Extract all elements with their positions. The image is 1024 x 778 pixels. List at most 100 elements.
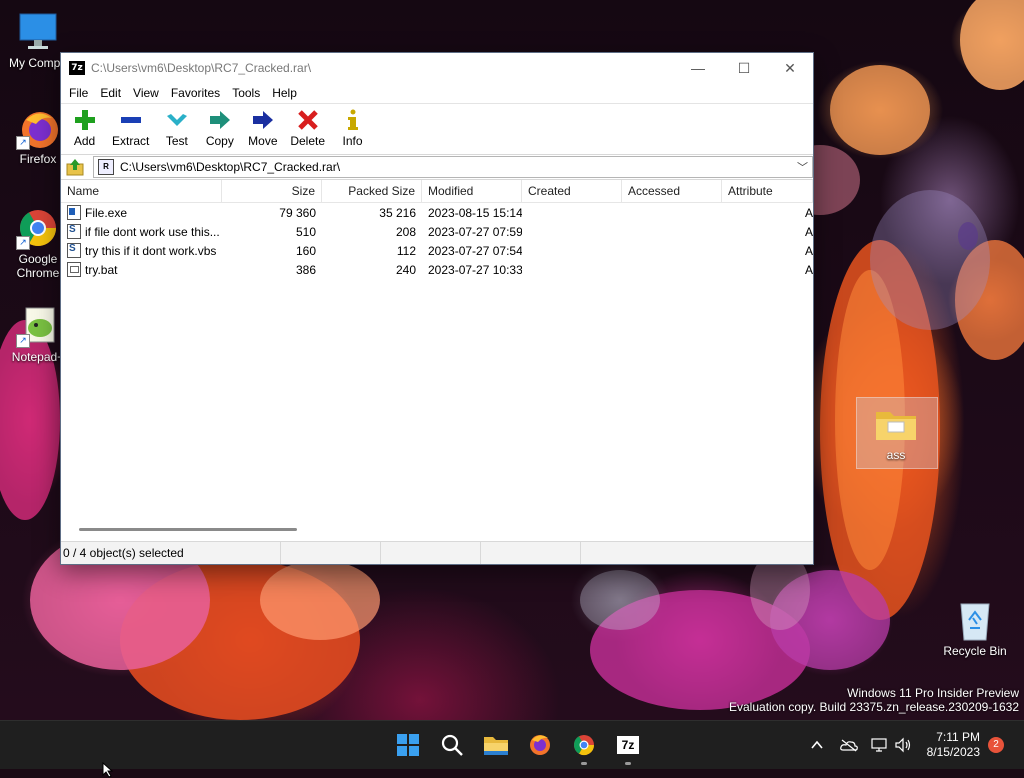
- file-size: 79 360: [279, 205, 316, 220]
- menu-favorites[interactable]: Favorites: [165, 86, 226, 100]
- mouse-cursor-icon: [102, 762, 114, 778]
- file-attributes: A: [804, 205, 813, 220]
- toolbar: Add Extract Test Copy Move Delete Info: [61, 104, 813, 155]
- file-row[interactable]: try this if it dont work.vbs 160 112 202…: [61, 241, 813, 260]
- file-attributes: A: [804, 243, 813, 258]
- x-icon: [296, 108, 320, 132]
- chrome-icon: ↗: [16, 206, 60, 250]
- scrollbar-thumb[interactable]: [79, 528, 297, 531]
- taskbar-search-button[interactable]: [430, 721, 474, 769]
- column-created[interactable]: Created: [522, 180, 622, 202]
- title-bar[interactable]: 7z C:\Users\vm6\Desktop\RC7_Cracked.rar\…: [61, 53, 813, 83]
- shortcut-arrow-icon: ↗: [16, 236, 30, 250]
- close-button[interactable]: ✕: [767, 53, 813, 83]
- menu-edit[interactable]: Edit: [94, 86, 127, 100]
- volume-icon[interactable]: [891, 733, 915, 757]
- horizontal-scrollbar[interactable]: [61, 525, 813, 535]
- menu-help[interactable]: Help: [266, 86, 303, 100]
- recycle-bin-icon: [953, 598, 997, 642]
- add-button[interactable]: Add: [63, 104, 106, 148]
- file-packed-size: 208: [395, 224, 416, 239]
- notepadpp-icon: ↗: [16, 304, 60, 348]
- address-combobox[interactable]: R C:\Users\vm6\Desktop\RC7_Cracked.rar\ …: [93, 156, 813, 178]
- copy-arrow-icon: [208, 108, 232, 132]
- status-bar: 0 / 4 object(s) selected: [61, 541, 813, 564]
- file-name: try.bat: [85, 262, 118, 277]
- file-row[interactable]: if file dont work use this... 510 208 20…: [61, 222, 813, 241]
- info-button[interactable]: Info: [331, 104, 374, 148]
- running-indicator: [581, 762, 587, 765]
- chevron-down-icon[interactable]: ﹀: [797, 159, 808, 175]
- file-attributes: A: [804, 262, 813, 277]
- monitor-icon: [16, 10, 60, 54]
- test-button[interactable]: Test: [155, 104, 198, 148]
- minimize-button[interactable]: —: [675, 53, 721, 83]
- menu-tools[interactable]: Tools: [226, 86, 266, 100]
- file-row[interactable]: try.bat 386 240 2023-07-27 10:33 A: [61, 260, 813, 279]
- menu-view[interactable]: View: [127, 86, 165, 100]
- column-size[interactable]: Size: [222, 180, 322, 202]
- taskbar-7zip[interactable]: 7z: [606, 721, 650, 769]
- file-modified: 2023-07-27 07:59: [428, 224, 522, 239]
- desktop-icon-recycle-bin[interactable]: Recycle Bin: [936, 598, 1014, 658]
- 7zip-window: 7z C:\Users\vm6\Desktop\RC7_Cracked.rar\…: [60, 52, 814, 565]
- file-attributes: A: [804, 224, 813, 239]
- status-selection: 0 / 4 object(s) selected: [61, 542, 281, 564]
- column-accessed[interactable]: Accessed: [622, 180, 722, 202]
- script-file-icon: [67, 224, 81, 239]
- windows-logo-icon: [397, 734, 419, 756]
- file-modified: 2023-07-27 07:54: [428, 243, 522, 258]
- file-size: 160: [295, 243, 316, 258]
- up-folder-button[interactable]: [65, 157, 85, 177]
- clock-time: 7:11 PM: [936, 730, 980, 744]
- info-icon: [341, 108, 365, 132]
- check-icon: [165, 108, 189, 132]
- firefox-icon: [530, 735, 550, 755]
- clock[interactable]: 7:11 PM 8/15/2023: [927, 730, 980, 760]
- firefox-icon: ↗: [16, 106, 60, 150]
- column-packed-size[interactable]: Packed Size: [322, 180, 422, 202]
- column-modified[interactable]: Modified: [422, 180, 522, 202]
- shortcut-arrow-icon: ↗: [16, 334, 30, 348]
- copy-button[interactable]: Copy: [198, 104, 241, 148]
- start-button[interactable]: [386, 721, 430, 769]
- delete-label: Delete: [290, 134, 326, 148]
- add-label: Add: [73, 134, 96, 148]
- network-icon[interactable]: [867, 733, 891, 757]
- extract-button[interactable]: Extract: [106, 104, 155, 148]
- file-name: File.exe: [85, 205, 128, 220]
- folder-icon: [874, 402, 918, 446]
- column-name[interactable]: Name: [61, 180, 222, 202]
- move-arrow-icon: [251, 108, 275, 132]
- status-cell-3: [381, 542, 481, 564]
- menu-file[interactable]: File: [63, 86, 94, 100]
- column-attributes[interactable]: Attribute: [722, 180, 813, 202]
- maximize-button[interactable]: ☐: [721, 53, 767, 83]
- 7zip-icon: 7z: [617, 736, 639, 754]
- window-controls: — ☐ ✕: [675, 53, 813, 83]
- address-path: C:\Users\vm6\Desktop\RC7_Cracked.rar\: [120, 160, 341, 174]
- taskbar-chrome[interactable]: [562, 721, 606, 769]
- taskbar-apps: 7z: [386, 721, 650, 769]
- file-modified: 2023-08-15 15:14: [428, 205, 522, 220]
- shortcut-arrow-icon: ↗: [16, 136, 30, 150]
- test-label: Test: [165, 134, 188, 148]
- notification-badge[interactable]: 2: [988, 737, 1004, 753]
- plus-icon: [73, 108, 97, 132]
- file-packed-size: 112: [396, 243, 416, 258]
- list-header: Name Size Packed Size Modified Created A…: [61, 180, 813, 203]
- onedrive-offline-icon[interactable]: [837, 733, 861, 757]
- delete-button[interactable]: Delete: [284, 104, 331, 148]
- file-row[interactable]: File.exe 79 360 35 216 2023-08-15 15:14 …: [61, 203, 813, 222]
- taskbar-file-explorer[interactable]: [474, 721, 518, 769]
- rar-archive-icon: R: [98, 159, 114, 175]
- chrome-icon: [573, 735, 595, 756]
- file-modified: 2023-07-27 10:33: [428, 262, 522, 277]
- chevron-up-icon[interactable]: [805, 733, 829, 757]
- move-button[interactable]: Move: [241, 104, 284, 148]
- desktop-icon-folder-ass[interactable]: ass: [858, 402, 934, 462]
- taskbar-firefox[interactable]: [518, 721, 562, 769]
- search-icon: [441, 734, 463, 756]
- address-bar: R C:\Users\vm6\Desktop\RC7_Cracked.rar\ …: [61, 155, 813, 180]
- running-indicator: [625, 762, 631, 765]
